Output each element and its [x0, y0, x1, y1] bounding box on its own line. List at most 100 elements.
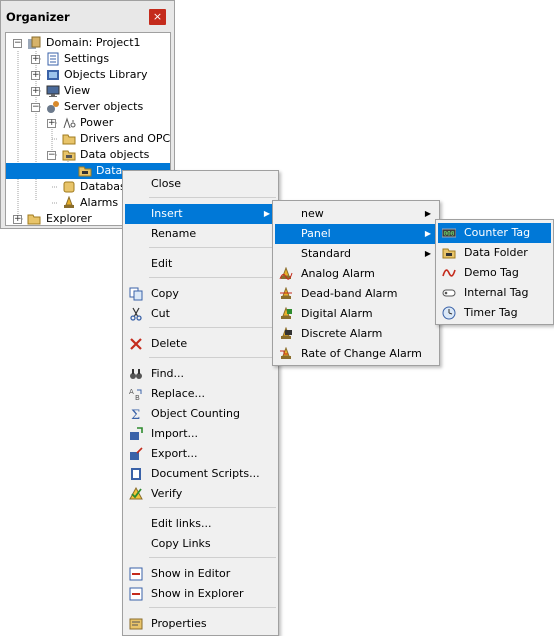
- menu-item-counter-tag[interactable]: 000 Counter Tag: [438, 223, 551, 243]
- menu-item-document-scripts[interactable]: Document Scripts...: [125, 464, 276, 484]
- context-menu: Close Insert ▶ Rename Edit Copy Cut Delet…: [122, 170, 279, 636]
- tree-item-objects-library[interactable]: + Objects Library: [6, 67, 170, 83]
- menu-item-demo-tag[interactable]: Demo Tag: [438, 263, 551, 283]
- expand-icon[interactable]: +: [31, 87, 40, 96]
- menu-item-label: Rate of Change Alarm: [301, 347, 422, 360]
- menu-item-verify[interactable]: Verify: [125, 484, 276, 504]
- menu-item-rename[interactable]: Rename: [125, 224, 276, 244]
- close-button[interactable]: ×: [149, 9, 166, 25]
- menu-item-label: Dead-band Alarm: [301, 287, 398, 300]
- menu-separator: [149, 507, 276, 508]
- menu-item-discrete-alarm[interactable]: Discrete Alarm: [275, 324, 437, 344]
- data-folder-icon: [62, 150, 76, 161]
- counter-tag-icon: 000: [442, 228, 456, 238]
- menu-item-label: Insert: [151, 207, 183, 220]
- menu-item-label: Delete: [151, 337, 188, 350]
- binoculars-icon: [130, 369, 142, 379]
- menu-item-label: Close: [151, 177, 181, 190]
- menu-item-label: Internal Tag: [464, 286, 529, 299]
- menu-item-label: Discrete Alarm: [301, 327, 383, 340]
- discrete-alarm-icon: [281, 327, 292, 339]
- tree-item-settings[interactable]: + Settings: [6, 51, 170, 67]
- menu-item-label: Analog Alarm: [301, 267, 375, 280]
- menu-item-copy[interactable]: Copy: [125, 284, 276, 304]
- tree-item-label: Settings: [64, 52, 110, 65]
- menu-item-rate-of-change-alarm[interactable]: Rate of Change Alarm: [275, 344, 437, 364]
- collapse-icon[interactable]: −: [31, 103, 40, 112]
- tree-item-label: Data: [96, 164, 123, 177]
- menu-item-label: Show in Explorer: [151, 587, 244, 600]
- collapse-icon[interactable]: −: [47, 151, 56, 160]
- menu-item-label: Find...: [151, 367, 185, 380]
- book-icon: [131, 468, 141, 480]
- rate-alarm-icon: [280, 347, 291, 359]
- svg-text:A: A: [129, 388, 134, 396]
- menu-item-find[interactable]: Find...: [125, 364, 276, 384]
- tree-item-server-objects[interactable]: − Server objects: [6, 99, 170, 115]
- menu-item-label: Edit links...: [151, 517, 212, 530]
- menu-item-label: Replace...: [151, 387, 206, 400]
- menu-item-internal-tag[interactable]: Internal Tag: [438, 283, 551, 303]
- tree-item-label: Objects Library: [64, 68, 148, 81]
- menu-item-replace[interactable]: AB Replace...: [125, 384, 276, 404]
- expand-icon[interactable]: +: [13, 215, 22, 224]
- import-icon: [130, 427, 143, 440]
- menu-item-label: Object Counting: [151, 407, 240, 420]
- expand-icon[interactable]: +: [31, 71, 40, 80]
- menu-item-insert[interactable]: Insert ▶: [125, 204, 276, 224]
- collapse-icon[interactable]: −: [13, 39, 22, 48]
- svg-text:B: B: [135, 394, 140, 401]
- delete-x-icon: [130, 338, 142, 350]
- tree-item-view[interactable]: + View: [6, 83, 170, 99]
- insert-submenu: new ▶ Panel ▶ Standard ▶ Analog Alarm Dead-…: [272, 200, 440, 366]
- panel-submenu: 000 Counter Tag Data Folder Demo Tag Int…: [435, 219, 554, 325]
- menu-item-cut[interactable]: Cut: [125, 304, 276, 324]
- menu-item-new[interactable]: new ▶: [275, 204, 437, 224]
- tree-item-data-objects[interactable]: − Data objects: [6, 147, 170, 163]
- menu-item-digital-alarm[interactable]: Digital Alarm: [275, 304, 437, 324]
- submenu-arrow-icon: ▶: [424, 209, 431, 218]
- menu-item-analog-alarm[interactable]: Analog Alarm: [275, 264, 437, 284]
- expand-icon[interactable]: +: [47, 119, 56, 128]
- menu-item-timer-tag[interactable]: Timer Tag: [438, 303, 551, 323]
- tree-item-label: Power: [80, 116, 114, 129]
- database-icon: [63, 181, 75, 193]
- tree-item-power[interactable]: + Power: [6, 115, 170, 131]
- menu-item-delete[interactable]: Delete: [125, 334, 276, 354]
- data-folder-icon: [442, 248, 456, 259]
- expand-icon[interactable]: +: [31, 55, 40, 64]
- menu-item-label: Document Scripts...: [151, 467, 260, 480]
- menu-item-object-counting[interactable]: Σ Object Counting: [125, 404, 276, 424]
- folder-icon: [62, 134, 76, 145]
- menu-item-standard[interactable]: Standard ▶: [275, 244, 437, 264]
- menu-item-label: Properties: [151, 617, 207, 630]
- menu-separator: [149, 247, 276, 248]
- menu-item-deadband-alarm[interactable]: Dead-band Alarm: [275, 284, 437, 304]
- show-explorer-icon: [129, 587, 143, 601]
- svg-text:000: 000: [444, 231, 455, 238]
- menu-item-properties[interactable]: Properties: [125, 614, 276, 634]
- analog-alarm-icon: [279, 267, 293, 280]
- menu-item-label: Standard: [301, 247, 352, 260]
- domain-icon: [28, 36, 41, 49]
- tree-item-label: Explorer: [46, 212, 92, 225]
- menu-item-label: Import...: [151, 427, 198, 440]
- menu-item-label: new: [301, 207, 324, 220]
- server-gear-icon: [47, 101, 59, 113]
- menu-item-show-in-explorer[interactable]: Show in Explorer: [125, 584, 276, 604]
- menu-item-copy-links[interactable]: Copy Links: [125, 534, 276, 554]
- menu-item-edit-links[interactable]: Edit links...: [125, 514, 276, 534]
- menu-item-edit[interactable]: Edit: [125, 254, 276, 274]
- sigma-icon: Σ: [131, 408, 140, 421]
- menu-item-close[interactable]: Close: [125, 174, 276, 194]
- menu-item-export[interactable]: Export...: [125, 444, 276, 464]
- deadband-alarm-icon: [280, 287, 292, 299]
- properties-icon: [129, 618, 143, 630]
- tree-item-drivers-opc[interactable]: Drivers and OPC: [6, 131, 170, 147]
- menu-item-show-in-editor[interactable]: Show in Editor: [125, 564, 276, 584]
- menu-item-import[interactable]: Import...: [125, 424, 276, 444]
- tree-item-label: Data objects: [80, 148, 150, 161]
- menu-item-panel[interactable]: Panel ▶: [275, 224, 437, 244]
- menu-item-data-folder[interactable]: Data Folder: [438, 243, 551, 263]
- tree-item-domain[interactable]: − Domain: Project1: [6, 35, 170, 51]
